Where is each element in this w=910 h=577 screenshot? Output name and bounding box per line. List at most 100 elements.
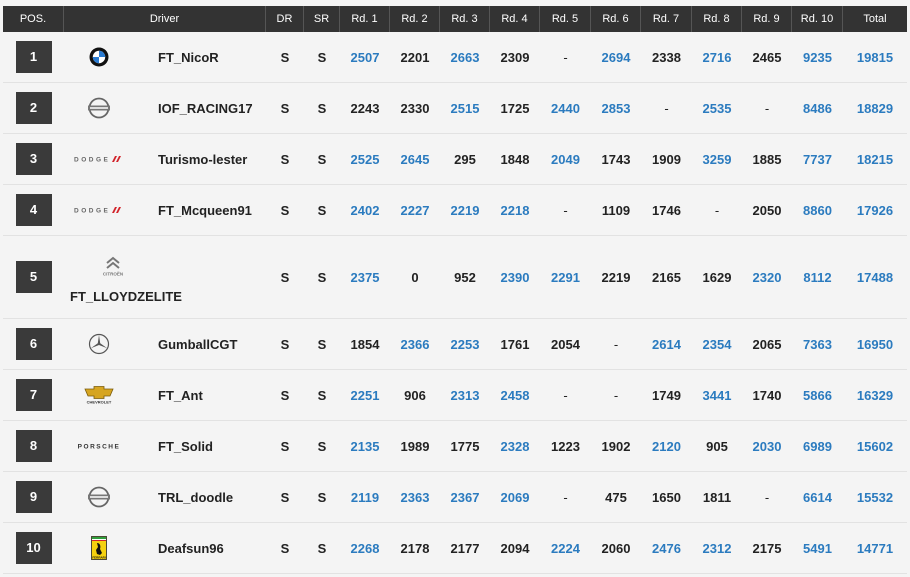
round-10-cell: 9235	[792, 32, 843, 83]
total-cell: 17926	[843, 185, 907, 236]
position-cell: 1	[3, 32, 64, 83]
round-7-cell: 1650	[641, 472, 692, 523]
round-10-cell: 6614	[792, 472, 843, 523]
header-dr[interactable]: DR	[266, 6, 304, 32]
round-4-cell: 1761	[490, 319, 540, 370]
svg-text:FERRARI: FERRARI	[92, 556, 105, 560]
round-8-cell: 2354	[692, 319, 742, 370]
header-rd10[interactable]: Rd. 10	[792, 6, 843, 32]
round-8-cell: 1811	[692, 472, 742, 523]
round-2-cell: 0	[390, 236, 440, 319]
round-8-cell: 2535	[692, 83, 742, 134]
position-cell: 3	[3, 134, 64, 185]
round-8-cell: 3259	[692, 134, 742, 185]
round-1-cell: 2119	[340, 472, 390, 523]
header-rd7[interactable]: Rd. 7	[641, 6, 692, 32]
round-5-cell: -	[540, 370, 591, 421]
table-row: 6 GumballCGT S S 1854 2366 2253 1761 2054-2614 2…	[3, 319, 907, 370]
table-row: 3 DODGE Turismo-lester S S 2525 2645 295 1848 2…	[3, 134, 907, 185]
dr-cell: S	[266, 523, 304, 574]
position-badge: 5	[15, 261, 52, 293]
header-sr[interactable]: SR	[304, 6, 340, 32]
dr-cell: S	[266, 134, 304, 185]
round-7-cell: -	[641, 83, 692, 134]
round-7-cell: 2614	[641, 319, 692, 370]
round-5-cell: 2054	[540, 319, 591, 370]
position-cell: 7	[3, 370, 64, 421]
position-badge: 1	[15, 41, 52, 73]
round-10-cell: 8112	[792, 236, 843, 319]
driver-cell: IOF_RACING17	[64, 83, 266, 134]
position-badge: 8	[15, 430, 52, 462]
total-cell: 15532	[843, 472, 907, 523]
driver-name[interactable]: IOF_RACING17	[158, 101, 253, 116]
header-rd4[interactable]: Rd. 4	[490, 6, 540, 32]
round-2-cell: 2330	[390, 83, 440, 134]
position-cell: 5	[3, 236, 64, 319]
round-5-cell: 2049	[540, 134, 591, 185]
header-pos[interactable]: POS.	[3, 6, 64, 32]
round-2-cell: 2227	[390, 185, 440, 236]
dr-cell: S	[266, 236, 304, 319]
header-rd6[interactable]: Rd. 6	[591, 6, 641, 32]
table-body: 1 FT_NicoR S S 2507 2201 2663 2309-2694 2338 271…	[3, 32, 907, 574]
driver-name[interactable]: FT_LLOYDZELITE	[70, 289, 182, 304]
driver-name[interactable]: FT_Ant	[158, 388, 203, 403]
header-rd3[interactable]: Rd. 3	[440, 6, 490, 32]
round-6-cell: 475	[591, 472, 641, 523]
sr-cell: S	[304, 421, 340, 472]
nissan-logo-icon	[64, 93, 134, 123]
table-row: 1 FT_NicoR S S 2507 2201 2663 2309-2694 2338 271…	[3, 32, 907, 83]
round-10-cell: 5866	[792, 370, 843, 421]
round-8-cell: 3441	[692, 370, 742, 421]
header-rd9[interactable]: Rd. 9	[742, 6, 792, 32]
header-rd1[interactable]: Rd. 1	[340, 6, 390, 32]
table-row: 7 CHEVROLET FT_Ant S S 2251 906 2313 2458- -174…	[3, 370, 907, 421]
driver-cell: CITROËN FT_LLOYDZELITE	[64, 236, 266, 319]
round-5-cell: 2291	[540, 236, 591, 319]
table-row: 10 FERRARI Deafsun96 S S 2268 2178 2177 2094 22…	[3, 523, 907, 574]
round-4-cell: 2069	[490, 472, 540, 523]
header-rd8[interactable]: Rd. 8	[692, 6, 742, 32]
position-cell: 10	[3, 523, 64, 574]
ferrari-logo-icon: FERRARI	[64, 533, 134, 563]
sr-cell: S	[304, 370, 340, 421]
dr-cell: S	[266, 83, 304, 134]
round-10-cell: 8860	[792, 185, 843, 236]
driver-name[interactable]: GumballCGT	[158, 337, 237, 352]
total-cell: 17488	[843, 236, 907, 319]
header-driver[interactable]: Driver	[64, 6, 266, 32]
sr-cell: S	[304, 319, 340, 370]
citroen-logo-icon: CITROËN	[78, 251, 148, 281]
header-rd2[interactable]: Rd. 2	[390, 6, 440, 32]
round-9-cell: 2320	[742, 236, 792, 319]
round-4-cell: 2309	[490, 32, 540, 83]
round-4-cell: 2458	[490, 370, 540, 421]
round-1-cell: 1854	[340, 319, 390, 370]
round-9-cell: 2465	[742, 32, 792, 83]
driver-name[interactable]: TRL_doodle	[158, 490, 233, 505]
driver-name[interactable]: FT_Solid	[158, 439, 213, 454]
total-cell: 18215	[843, 134, 907, 185]
round-7-cell: 1746	[641, 185, 692, 236]
driver-name[interactable]: Deafsun96	[158, 541, 224, 556]
driver-cell: DODGE FT_Mcqueen91	[64, 185, 266, 236]
round-4-cell: 1848	[490, 134, 540, 185]
driver-name[interactable]: Turismo-lester	[158, 152, 247, 167]
round-2-cell: 2201	[390, 32, 440, 83]
round-7-cell: 2120	[641, 421, 692, 472]
header-total[interactable]: Total	[843, 6, 907, 32]
round-8-cell: 2312	[692, 523, 742, 574]
driver-name[interactable]: FT_Mcqueen91	[158, 203, 252, 218]
round-9-cell: 1885	[742, 134, 792, 185]
round-6-cell: 1902	[591, 421, 641, 472]
nissan-logo-icon	[64, 482, 134, 512]
round-4-cell: 2328	[490, 421, 540, 472]
driver-name[interactable]: FT_NicoR	[158, 50, 219, 65]
round-3-cell: 2367	[440, 472, 490, 523]
table-row: 9 TRL_doodle S S 2119 2363 2367 2069-475 1650 18…	[3, 472, 907, 523]
sr-cell: S	[304, 32, 340, 83]
dr-cell: S	[266, 472, 304, 523]
round-1-cell: 2268	[340, 523, 390, 574]
header-rd5[interactable]: Rd. 5	[540, 6, 591, 32]
